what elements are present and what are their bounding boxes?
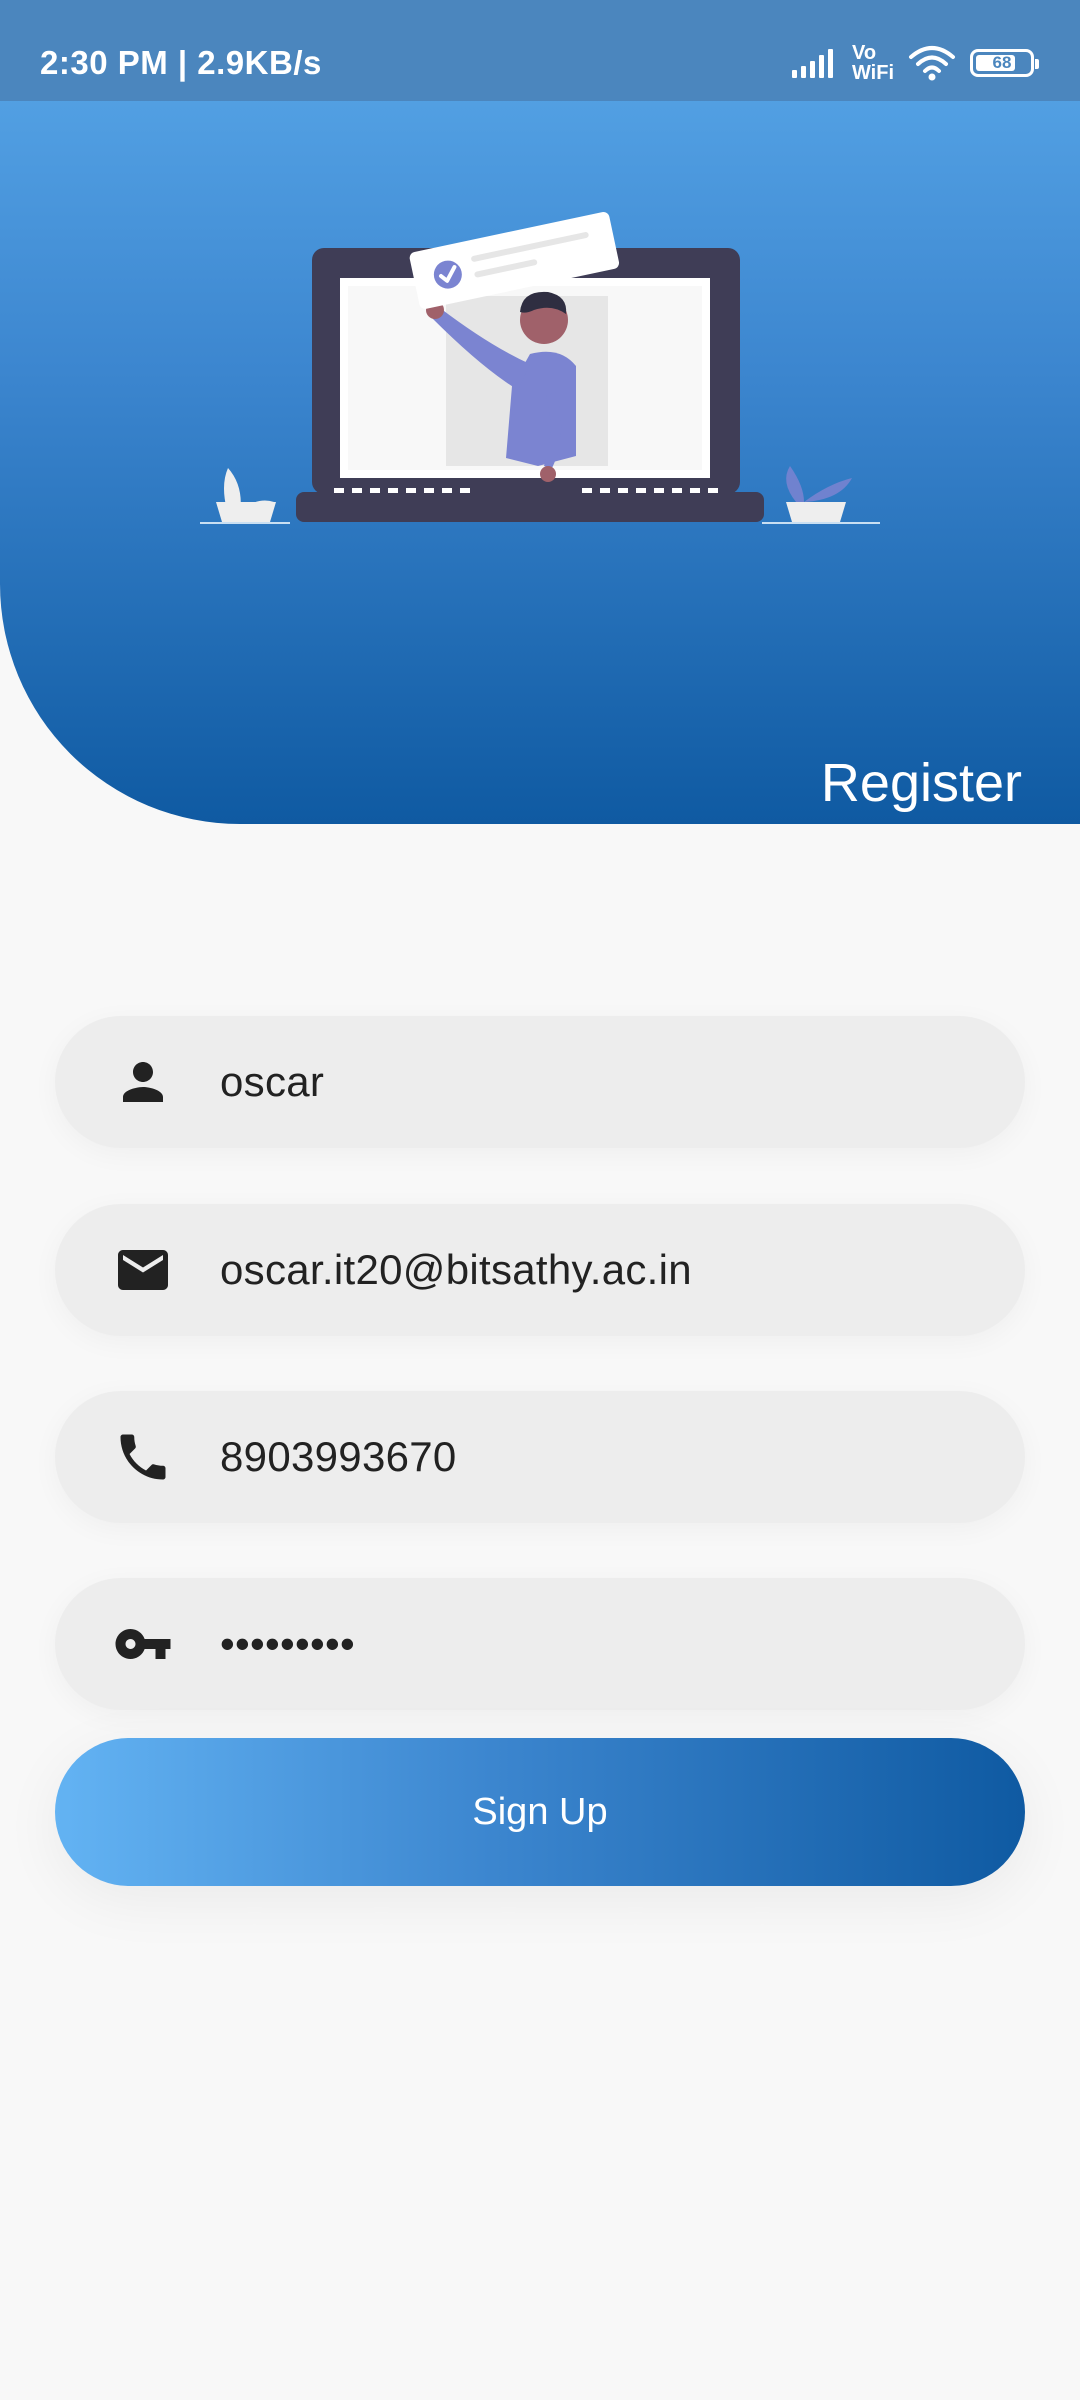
battery-icon: 68 — [970, 49, 1039, 77]
battery-level: 68 — [992, 53, 1012, 72]
vowifi-top: Vo — [851, 42, 877, 64]
mail-icon — [113, 1240, 173, 1300]
vowifi-indicator: Vo WiFi — [852, 43, 894, 83]
vowifi-bottom: WiFi — [851, 62, 894, 84]
status-time: 2:30 PM | 2.9KB/s — [40, 44, 322, 81]
status-icons: Vo WiFi 68 — [790, 40, 1039, 86]
register-illustration — [200, 211, 880, 524]
email-value: oscar.it20@bitsathy.ac.in — [220, 1246, 692, 1293]
email-field[interactable]: oscar.it20@bitsathy.ac.in — [55, 1204, 1025, 1336]
page-title: Register — [820, 753, 1022, 813]
status-bar: 2:30 PM | 2.9KB/s Vo WiFi 68 — [0, 0, 1080, 101]
name-value: oscar — [220, 1058, 325, 1105]
wifi-icon — [909, 46, 955, 81]
password-field[interactable]: ••••••••• — [55, 1578, 1025, 1710]
key-icon — [113, 1614, 173, 1674]
signup-button[interactable]: Sign Up — [55, 1738, 1025, 1886]
name-field[interactable]: oscar — [55, 1016, 1025, 1148]
phone-icon — [113, 1427, 173, 1487]
person-icon — [113, 1052, 173, 1112]
password-value: ••••••••• — [220, 1620, 356, 1667]
header: 2:30 PM | 2.9KB/s Vo WiFi 68 Register — [0, 0, 1080, 824]
phone-value: 8903993670 — [220, 1433, 457, 1480]
signal-icon — [791, 49, 833, 78]
phone-field[interactable]: 8903993670 — [55, 1391, 1025, 1523]
